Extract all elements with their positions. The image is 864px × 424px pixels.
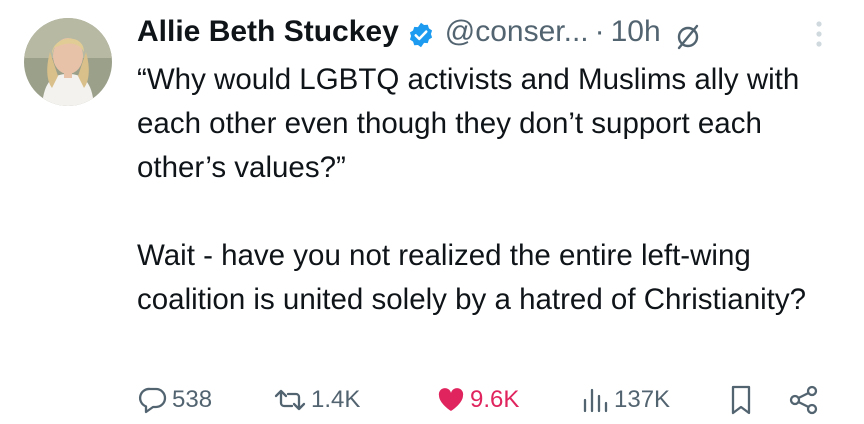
tweet-header: Allie Beth Stuckey @conser... · 10h bbox=[137, 10, 837, 54]
separator-dot: · bbox=[594, 15, 605, 48]
like-button[interactable]: 9.6K bbox=[436, 380, 519, 420]
view-count: 137K bbox=[614, 386, 671, 413]
analytics-icon bbox=[583, 388, 608, 413]
verified-badge-icon[interactable] bbox=[407, 18, 435, 48]
repost-count: 1.4K bbox=[311, 386, 361, 413]
tweet-text: “Why would LGBTQ activists and Muslims a… bbox=[137, 58, 847, 322]
grok-slash-icon[interactable] bbox=[675, 19, 701, 50]
reply-button[interactable]: 538 bbox=[138, 380, 212, 420]
more-options-icon[interactable] bbox=[809, 16, 829, 52]
share-button[interactable] bbox=[788, 380, 820, 420]
tweet-paragraph: “Why would LGBTQ activists and Muslims a… bbox=[137, 63, 800, 184]
share-icon bbox=[789, 385, 818, 415]
author-handle[interactable]: @conser... bbox=[445, 10, 589, 54]
like-count: 9.6K bbox=[470, 386, 520, 413]
timestamp[interactable]: 10h bbox=[611, 10, 661, 54]
reply-count: 538 bbox=[172, 386, 213, 413]
tweet-paragraph: Wait - have you not realized the entire … bbox=[137, 239, 807, 316]
bookmark-icon bbox=[731, 385, 751, 415]
repost-icon bbox=[274, 389, 306, 411]
action-bar: 538 1.4K 9.6K 137K bbox=[134, 380, 834, 420]
repost-button[interactable]: 1.4K bbox=[273, 380, 360, 420]
profile-photo-image bbox=[24, 18, 112, 106]
reply-icon bbox=[139, 387, 167, 414]
avatar[interactable] bbox=[24, 18, 112, 106]
heart-icon bbox=[438, 388, 464, 411]
author-name[interactable]: Allie Beth Stuckey bbox=[137, 10, 399, 54]
bookmark-button[interactable] bbox=[728, 380, 754, 420]
views-button[interactable]: 137K bbox=[580, 380, 670, 420]
